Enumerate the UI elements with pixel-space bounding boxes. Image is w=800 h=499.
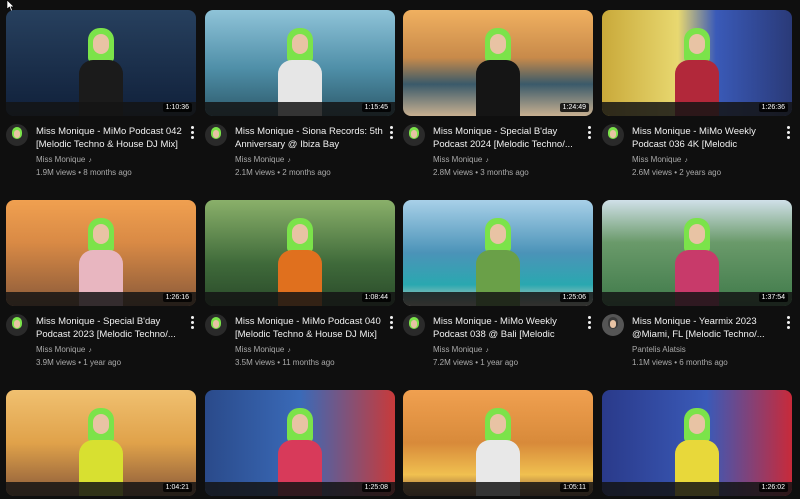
video-meta: 7.2M views • 1 year ago — [433, 358, 519, 367]
video-thumbnail[interactable]: 1:08:44 — [205, 200, 395, 306]
video-title[interactable]: Miss Monique - MiMo Podcast 040 [Melodic… — [235, 315, 383, 341]
video-duration: 1:10:36 — [162, 103, 192, 112]
video-title[interactable]: Miss Monique - MiMo Podcast 042 [Melodic… — [36, 125, 184, 151]
channel-avatar-icon[interactable] — [602, 124, 624, 146]
video-duration: 1:15:45 — [361, 103, 391, 112]
channel-name[interactable]: Pantelis Alatsis — [632, 345, 686, 355]
video-meta: 1.1M views • 6 months ago — [632, 358, 728, 367]
channel-avatar-icon[interactable] — [6, 124, 28, 146]
video-meta: 2.1M views • 2 months ago — [235, 168, 331, 177]
video-duration: 1:05:11 — [560, 483, 589, 492]
channel-name[interactable]: Miss Monique ♪ — [36, 345, 92, 356]
video-duration: 1:26:16 — [162, 293, 192, 302]
video-duration: 1:04:21 — [162, 483, 192, 492]
video-title[interactable]: Miss Monique - MiMo Weekly Podcast 036 4… — [632, 125, 780, 151]
video-meta: 3.9M views • 1 year ago — [36, 358, 122, 367]
video-thumbnail[interactable]: 1:15:45 — [205, 10, 395, 116]
video-thumbnail[interactable]: 1:24:49 — [403, 10, 593, 116]
music-note-icon: ♪ — [485, 157, 489, 164]
video-title[interactable]: Miss Monique - Special B'day Podcast 202… — [36, 315, 184, 341]
channel-name[interactable]: Miss Monique ♪ — [235, 155, 291, 166]
music-note-icon: ♪ — [88, 157, 92, 164]
channel-avatar-icon[interactable] — [403, 314, 425, 336]
video-title[interactable]: Miss Monique - Siona Records: 5th Annive… — [235, 125, 383, 151]
video-thumbnail[interactable]: 1:10:36 — [6, 10, 196, 116]
video-thumbnail[interactable]: 1:25:08 — [205, 390, 395, 496]
more-options-icon[interactable] — [188, 315, 196, 329]
video-grid: 1:10:36 Miss Monique - MiMo Podcast 042 … — [0, 0, 800, 499]
more-options-icon[interactable] — [784, 315, 792, 329]
video-meta: 2.8M views • 3 months ago — [433, 168, 529, 177]
video-thumbnail[interactable]: 1:04:21 — [6, 390, 196, 496]
video-title[interactable]: Miss Monique - Special B'day Podcast 202… — [433, 125, 581, 151]
video-thumbnail[interactable]: 1:05:11 — [403, 390, 593, 496]
video-duration: 1:26:02 — [758, 483, 788, 492]
thumbnail-figure — [468, 24, 528, 116]
video-thumbnail[interactable]: 1:37:54 — [602, 200, 792, 306]
video-duration: 1:26:36 — [758, 103, 788, 112]
video-duration: 1:08:44 — [361, 293, 391, 302]
more-options-icon[interactable] — [188, 125, 196, 139]
video-duration: 1:24:49 — [559, 103, 589, 112]
channel-avatar-icon[interactable] — [6, 314, 28, 336]
more-options-icon[interactable] — [387, 315, 395, 329]
channel-name[interactable]: Miss Monique ♪ — [433, 345, 489, 356]
uploader-avatar-icon[interactable] — [602, 314, 624, 336]
video-thumbnail[interactable]: 1:26:36 — [602, 10, 792, 116]
music-note-icon: ♪ — [485, 347, 489, 354]
video-title[interactable]: Miss Monique - Yearmix 2023 @Miami, FL [… — [632, 315, 780, 341]
video-thumbnail[interactable]: 1:26:02 — [602, 390, 792, 496]
channel-avatar-icon[interactable] — [403, 124, 425, 146]
music-note-icon: ♪ — [287, 157, 291, 164]
video-duration: 1:25:06 — [559, 293, 589, 302]
video-thumbnail[interactable]: 1:26:16 — [6, 200, 196, 306]
video-meta: 1.9M views • 8 months ago — [36, 168, 132, 177]
more-options-icon[interactable] — [784, 125, 792, 139]
video-duration: 1:37:54 — [758, 293, 788, 302]
channel-avatar-icon[interactable] — [205, 124, 227, 146]
music-note-icon: ♪ — [287, 347, 291, 354]
channel-avatar-icon[interactable] — [205, 314, 227, 336]
channel-name[interactable]: Miss Monique ♪ — [235, 345, 291, 356]
video-title[interactable]: Miss Monique - MiMo Weekly Podcast 038 @… — [433, 315, 581, 341]
video-duration: 1:25:08 — [361, 483, 391, 492]
video-thumbnail[interactable]: 1:25:06 — [403, 200, 593, 306]
more-options-icon[interactable] — [387, 125, 395, 139]
music-note-icon: ♪ — [88, 347, 92, 354]
music-note-icon: ♪ — [684, 157, 688, 164]
channel-name[interactable]: Miss Monique ♪ — [632, 155, 688, 166]
video-meta: 3.5M views • 11 months ago — [235, 358, 335, 367]
channel-name[interactable]: Miss Monique ♪ — [36, 155, 92, 166]
more-options-icon[interactable] — [585, 125, 593, 139]
video-meta: 2.6M views • 2 years ago — [632, 168, 722, 177]
more-options-icon[interactable] — [585, 315, 593, 329]
channel-name[interactable]: Miss Monique ♪ — [433, 155, 489, 166]
